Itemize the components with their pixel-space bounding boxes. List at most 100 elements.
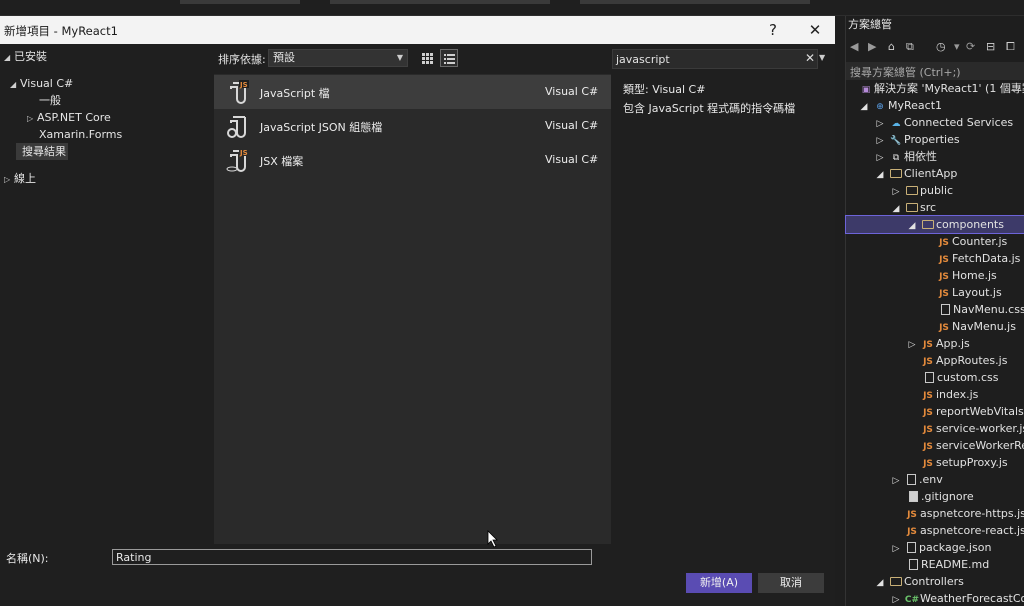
tree-item-components[interactable]: ◢ components (845, 215, 1024, 234)
dialog-titlebar: 新增項目 - MyReact1 ? ✕ (0, 16, 835, 44)
help-button[interactable]: ? (762, 20, 784, 40)
name-label: 名稱(N): (6, 552, 49, 565)
folder-icon (890, 169, 902, 178)
cancel-button[interactable]: 取消 (758, 573, 824, 593)
javascript-file-icon: JS (230, 80, 249, 104)
tree-item-solution[interactable]: ▣ 解決方案 'MyReact1' (1 個專案 (846, 80, 1024, 97)
tree-item-project[interactable]: ◢ ⊕ MyReact1 (846, 97, 1024, 114)
list-view-icon (444, 54, 455, 64)
tree-item-properties[interactable]: ▷ 🔧 Properties (846, 131, 1024, 148)
tree-item-aspnetcore-https-js[interactable]: JS aspnetcore-https.js (846, 505, 1024, 522)
tree-item-general[interactable]: 一般 (29, 92, 61, 109)
json-config-file-icon (227, 116, 246, 138)
forward-icon[interactable]: ▶ (868, 40, 876, 53)
details-type: 類型: Visual C# (623, 83, 706, 96)
tree-item-aspnetcore-react-js[interactable]: JS aspnetcore-react.js (846, 522, 1024, 539)
tree-item-index-js[interactable]: JS index.js (846, 386, 1024, 403)
tree-item-search-results[interactable]: 搜尋結果 (16, 143, 68, 160)
tree-item-serviceworkerregistration-js[interactable]: JS serviceWorkerRe (846, 437, 1024, 454)
tree-item-layout-js[interactable]: JS Layout.js (846, 284, 1024, 301)
svg-text:JS: JS (239, 149, 248, 157)
folder-icon (906, 186, 918, 195)
tree-item-connected-services[interactable]: ▷ ☁ Connected Services (846, 114, 1024, 131)
csharp-file-icon: C# (904, 595, 920, 605)
template-list: JS JavaScript 檔 Visual C# JavaScript JSO… (214, 74, 611, 544)
tree-item-custom-css[interactable]: custom.css (846, 369, 1024, 386)
clear-search-icon[interactable]: ✕ (805, 51, 815, 65)
tree-item-weatherforecastcontroller[interactable]: ▷ C#WeatherForecastCo (846, 590, 1024, 606)
template-item-javascript-file[interactable]: JS JavaScript 檔 Visual C# (214, 75, 611, 109)
show-all-files-icon[interactable]: ⧠ (1006, 40, 1015, 54)
category-tree: ◢ 已安裝 ◢ Visual C# 一般 ▷ ASP.NET Core Xamarin… (0, 44, 212, 544)
back-icon[interactable]: ◀ (850, 40, 858, 53)
tree-item-xamarin-forms[interactable]: Xamarin.Forms (29, 126, 122, 143)
window-top-strip (0, 0, 1024, 16)
tree-item-reportwebvitals-js[interactable]: JS reportWebVitals. (846, 403, 1024, 420)
collapse-all-icon[interactable]: ⊟ (986, 40, 995, 53)
dropdown-icon[interactable]: ▾ (954, 40, 960, 53)
add-button[interactable]: 新增(A) (686, 573, 752, 593)
tree-item-dependencies[interactable]: ▷ ⧉ 相依性 (846, 148, 1024, 165)
list-view-button[interactable] (440, 49, 458, 67)
tree-item-controllers[interactable]: ◢ Controllers (846, 573, 1024, 590)
dialog-footer: 名稱(N): 新增(A) 取消 (0, 544, 835, 606)
template-details-pane: 類型: Visual C# 包含 JavaScript 程式碼的指令碼檔 (612, 74, 834, 544)
file-name-input[interactable] (112, 549, 592, 565)
search-options-chevron-icon[interactable]: ▼ (819, 53, 825, 62)
jsx-file-icon: JS (226, 148, 249, 172)
json-file-icon (907, 542, 916, 553)
tab-strip-segment (580, 0, 810, 4)
tree-item-src[interactable]: ◢ src (846, 199, 1024, 216)
solution-explorer: 方案總管 ◀ ▶ ⌂ ⧉ ◷ ▾ ⟳ ⊟ ⧠ 搜尋方案總管 (Ctrl+;) ▣… (845, 16, 1024, 606)
tree-item-online[interactable]: ▷ 線上 (4, 170, 36, 187)
mouse-pointer-icon (487, 530, 498, 548)
tree-item-readme-md[interactable]: README.md (846, 556, 1024, 573)
add-new-item-dialog: 新增項目 - MyReact1 ? ✕ ◢ 已安裝 ◢ Visual C# 一般 ▷… (0, 16, 835, 606)
home-icon[interactable]: ⌂ (888, 40, 895, 53)
solution-explorer-title: 方案總管 (848, 18, 892, 31)
switch-views-icon[interactable]: ⧉ (906, 40, 914, 54)
tree-item-aspnet-core[interactable]: ▷ ASP.NET Core (27, 109, 111, 126)
tree-item-clientapp[interactable]: ◢ ClientApp (846, 165, 1024, 182)
template-item-javascript-json[interactable]: JavaScript JSON 組態檔 Visual C# (214, 109, 611, 143)
tree-item-package-json[interactable]: ▷ package.json (846, 539, 1024, 556)
folder-open-icon (922, 220, 934, 229)
tree-item-navmenu-css[interactable]: NavMenu.css (846, 301, 1024, 318)
solution-search-input[interactable]: 搜尋方案總管 (Ctrl+;) (846, 62, 1024, 80)
tree-item-navmenu-js[interactable]: JS NavMenu.js (846, 318, 1024, 335)
tree-item-home-js[interactable]: JS Home.js (846, 267, 1024, 284)
tab-strip-segment (330, 0, 550, 4)
dialog-title: 新增項目 - MyReact1 (4, 24, 118, 38)
tree-item-fetchdata-js[interactable]: JS FetchData.js (846, 250, 1024, 267)
tree-item-installed[interactable]: ◢ 已安裝 (4, 48, 47, 65)
file-icon (907, 474, 916, 485)
folder-icon (890, 577, 902, 586)
css-file-icon (925, 372, 934, 383)
tree-item-visual-csharp[interactable]: ◢ Visual C# (10, 75, 73, 92)
tree-item-setupproxy-js[interactable]: JS setupProxy.js (846, 454, 1024, 471)
sort-dropdown[interactable]: 預設 ▼ (268, 49, 408, 67)
expand-icon[interactable]: ◢ (4, 49, 14, 66)
template-search-input[interactable]: javascript ✕ (612, 49, 818, 69)
grid-view-button[interactable] (418, 49, 436, 67)
tree-item-service-worker-js[interactable]: JS service-worker.js (846, 420, 1024, 437)
expand-icon[interactable]: ◢ (10, 76, 20, 93)
refresh-icon[interactable]: ⟳ (966, 40, 975, 53)
tree-item-counter-js[interactable]: JS Counter.js (846, 233, 1024, 250)
tree-item-app-js[interactable]: ▷ JS App.js (846, 335, 1024, 352)
expand-icon[interactable]: ▷ (27, 110, 37, 127)
tree-item-gitignore[interactable]: .gitignore (846, 488, 1024, 505)
close-button[interactable]: ✕ (804, 20, 826, 40)
expand-icon[interactable]: ▷ (4, 171, 14, 188)
grid-view-icon (422, 53, 433, 64)
pending-changes-icon[interactable]: ◷ (936, 40, 946, 53)
tree-item-approutes-js[interactable]: JS AppRoutes.js (846, 352, 1024, 369)
template-item-jsx-file[interactable]: JS JSX 檔案 Visual C# (214, 143, 611, 177)
chevron-down-icon: ▼ (396, 53, 403, 62)
tree-item-env[interactable]: ▷ .env (846, 471, 1024, 488)
sort-label: 排序依據: (218, 53, 266, 66)
tree-item-public[interactable]: ▷ public (846, 182, 1024, 199)
expand-icon[interactable]: ▷ (888, 592, 904, 606)
markdown-file-icon (909, 559, 918, 570)
css-file-icon (941, 304, 950, 315)
